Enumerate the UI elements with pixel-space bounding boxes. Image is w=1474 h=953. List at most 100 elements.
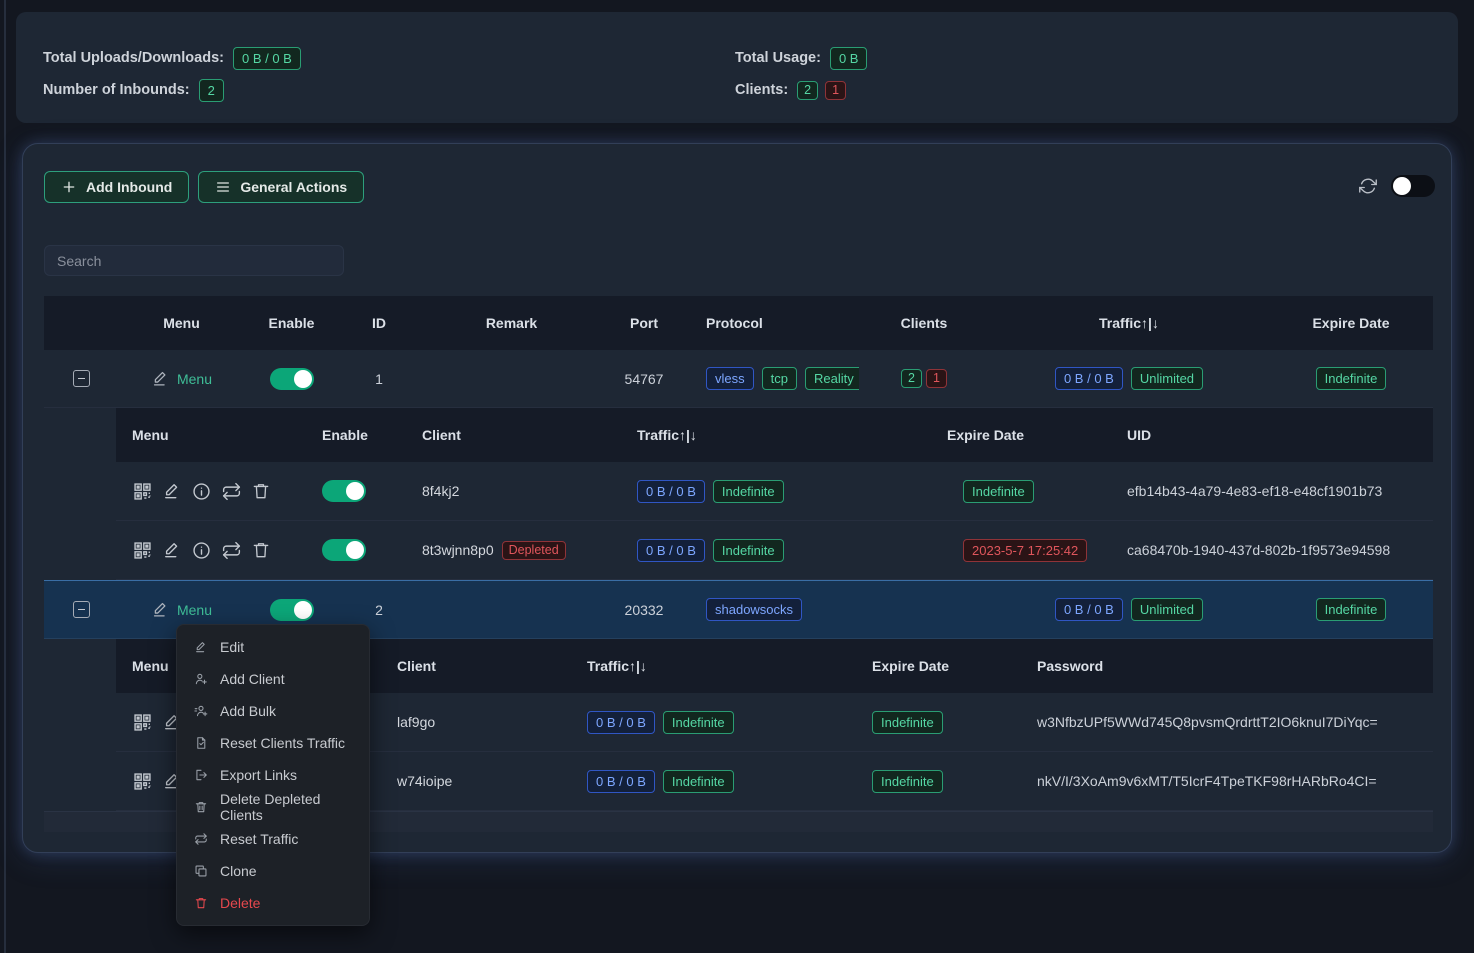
inbound-menu-label: Menu [177,602,212,618]
search-input[interactable] [44,245,344,276]
header-protocol: Protocol [684,296,859,350]
header-expand [44,296,119,350]
info-icon[interactable] [191,540,212,561]
menu-item-add-bulk[interactable]: Add Bulk [177,695,369,727]
inbound-id: 1 [375,371,383,387]
clients-depleted-count: 1 [825,81,846,100]
traffic-limit-tag: Unlimited [1131,598,1203,621]
trash-icon [194,896,208,910]
clients-label: Clients: [735,82,788,98]
header-client: Client [406,408,621,462]
inbound-context-menu: Edit Add Client Add Bulk Reset Clients T… [176,624,370,926]
menu-item-edit[interactable]: Edit [177,631,369,663]
add-inbound-button[interactable]: Add Inbound [44,171,189,203]
inbound-id: 2 [375,602,383,618]
menu-item-delete-depleted-clients[interactable]: Delete Depleted Clients [177,791,369,823]
traffic-tag: 0 B / 0 B [1055,598,1123,621]
menu-item-add-client[interactable]: Add Client [177,663,369,695]
qr-code-icon[interactable] [132,712,153,733]
traffic-limit-tag: Indefinite [713,539,784,562]
enable-toggle[interactable] [270,599,314,621]
header-traffic-sort[interactable]: Traffic↑|↓ [621,408,931,462]
menu-item-delete[interactable]: Delete [177,887,369,919]
collapse-row-button[interactable] [73,601,90,618]
window-edge [4,0,6,953]
total-usage-value: 0 B [830,47,868,70]
clients-active-count: 2 [797,81,818,100]
protocol-tag: shadowsocks [706,598,802,621]
user-add-icon [194,672,208,686]
dark-mode-toggle[interactable] [1391,175,1435,197]
reset-client-traffic-icon[interactable] [221,540,242,561]
header-traffic-sort[interactable]: Traffic↑|↓ [571,639,856,693]
stats-panel: Total Uploads/Downloads: 0 B / 0 B Numbe… [16,12,1458,123]
client-name: w74ioipe [397,773,452,789]
header-id: ID [339,296,419,350]
inbound-port: 54767 [625,371,664,387]
header-traffic-sort[interactable]: Traffic↑|↓ [989,296,1269,350]
clients-depleted-tag: 1 [926,369,947,388]
header-expire-date: Expire Date [1269,296,1433,350]
client-name: laf9go [397,714,435,730]
total-uploads-downloads-value: 0 B / 0 B [233,47,301,70]
expire-tag: Indefinite [1316,598,1387,621]
refresh-icon[interactable] [1359,177,1377,195]
qr-code-icon[interactable] [132,540,153,561]
menu-item-export-links[interactable]: Export Links [177,759,369,791]
inbound-menu-dropdown[interactable]: Menu [151,600,212,619]
inbound-menu-dropdown[interactable]: Menu [151,369,212,388]
traffic-limit-tag: Indefinite [713,480,784,503]
enable-toggle[interactable] [270,368,314,390]
clients-active-tag: 2 [901,369,922,388]
header-remark: Remark [419,296,604,350]
edit-pencil-icon [151,369,170,388]
network-tag: tcp [762,367,797,390]
info-icon[interactable] [191,481,212,502]
header-enable: Enable [306,408,406,462]
client-password: nkV/I/3XoAm9v6xMT/T5IcrF4TpeTKF98rHARbRo… [1037,773,1377,789]
edit-client-icon[interactable] [162,481,182,501]
clone-icon [194,864,208,878]
menu-item-reset-clients-traffic[interactable]: Reset Clients Traffic [177,727,369,759]
expire-tag: Indefinite [963,480,1034,503]
total-uploads-downloads-label: Total Uploads/Downloads: [43,50,224,66]
general-actions-button[interactable]: General Actions [198,171,364,203]
minus-icon [78,378,85,380]
number-of-inbounds-value: 2 [199,79,224,102]
qr-code-icon[interactable] [132,481,153,502]
plus-icon [61,179,77,195]
reset-client-traffic-icon[interactable] [221,481,242,502]
header-uid: UID [1111,408,1433,462]
inbound-row-1: Menu 1 54767 vless tcp Reality 2 1 0 B /… [44,350,1433,408]
header-menu: Menu [119,296,244,350]
edit-client-icon[interactable] [162,540,182,560]
toggle-knob [294,601,312,619]
client-row-8f4kj2: 8f4kj2 0 B / 0 B Indefinite Indefinite e… [116,462,1433,521]
delete-client-icon[interactable] [251,540,271,560]
stat-clients: Clients: 2 1 [735,74,867,106]
delete-client-icon[interactable] [251,481,271,501]
menu-item-reset-traffic[interactable]: Reset Traffic [177,823,369,855]
collapse-row-button[interactable] [73,370,90,387]
header-expire-date: Expire Date [931,408,1111,462]
qr-code-icon[interactable] [132,771,153,792]
general-actions-label: General Actions [240,179,347,195]
toggle-knob [346,541,364,559]
depleted-badge: Depleted [502,541,566,560]
number-of-inbounds-label: Number of Inbounds: [43,82,190,98]
expire-tag: 2023-5-7 17:25:42 [963,539,1087,562]
client-enable-toggle[interactable] [322,539,366,561]
add-inbound-label: Add Inbound [86,179,172,195]
header-client: Client [381,639,571,693]
traffic-limit-tag: Indefinite [663,770,734,793]
header-clients: Clients [859,296,989,350]
traffic-tag: 0 B / 0 B [637,539,705,562]
minus-icon [78,609,85,611]
vless-clients-table: Menu Enable Client Traffic↑|↓ Expire Dat… [116,408,1433,580]
edit-pencil-icon [151,600,170,619]
client-enable-toggle[interactable] [322,480,366,502]
traffic-limit-tag: Unlimited [1131,367,1203,390]
menu-item-clone[interactable]: Clone [177,855,369,887]
protocol-tag: vless [706,367,754,390]
vless-clients-header: Menu Enable Client Traffic↑|↓ Expire Dat… [116,408,1433,462]
